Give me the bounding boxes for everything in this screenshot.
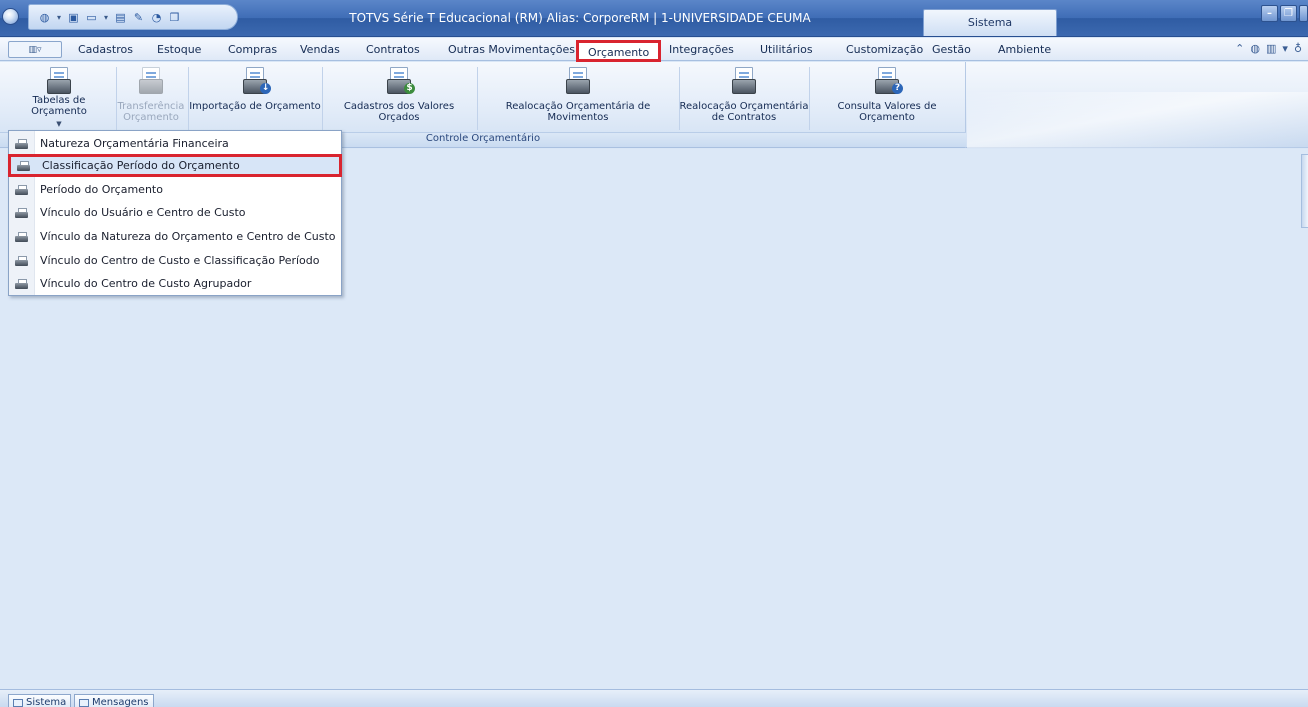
budget-transfer-icon: [136, 66, 166, 96]
menu-item-vinculo-centro-custo-agrupador[interactable]: Vínculo do Centro de Custo Agrupador: [9, 272, 341, 295]
menu-item-label: Período do Orçamento: [40, 183, 163, 196]
tab-vendas[interactable]: Vendas: [300, 43, 340, 56]
button-label: Realocação Orçamentária: [679, 101, 809, 112]
tabelas-de-orcamento-dropdown: Natureza Orçamentária Financeira Classif…: [8, 130, 342, 296]
tab-ambiente[interactable]: Ambiente: [998, 43, 1051, 56]
menu-item-natureza-orcamentaria[interactable]: Natureza Orçamentária Financeira: [9, 132, 341, 155]
tab-sistema[interactable]: Sistema: [923, 9, 1057, 36]
register-icon: [14, 184, 29, 195]
realocacao-orcamentaria-contratos-button[interactable]: Realocação Orçamentária de Contratos: [679, 66, 809, 130]
button-label: Importação de Orçamento: [189, 101, 321, 112]
window-title: TOTVS Série T Educacional (RM) Alias: Co…: [349, 11, 811, 25]
tab-integracoes[interactable]: Integrações: [669, 43, 734, 56]
cycle-icon[interactable]: ◔: [149, 10, 164, 24]
mensagens-status-button[interactable]: Mensagens: [74, 694, 154, 707]
register-icon: [14, 278, 29, 289]
budget-query-icon: ?: [872, 66, 903, 96]
cadastros-valores-orcados-button[interactable]: $ Cadastros dos Valores Orçados: [322, 66, 476, 130]
application-menu-button[interactable]: ▥▿: [8, 41, 62, 58]
budget-tables-icon: [44, 66, 74, 94]
button-label-line2: Orçamento: [123, 112, 179, 123]
chevron-down-icon[interactable]: ▾: [55, 10, 63, 24]
realocacao-orcamentaria-movimentos-button[interactable]: Realocação Orçamentária de Movimentos: [477, 66, 679, 130]
menu-item-label: Vínculo do Centro de Custo Agrupador: [40, 277, 252, 290]
screen-icon[interactable]: ▤: [113, 10, 128, 24]
movement-reallocation-icon: [563, 66, 593, 96]
restore-icon[interactable]: ❐: [1280, 5, 1297, 22]
menu-item-label: Vínculo do Usuário e Centro de Custo: [40, 206, 246, 219]
app-orb-icon[interactable]: [2, 8, 19, 25]
button-label: Tabelas de Orçamento: [31, 95, 87, 117]
button-label-line2: de Contratos: [711, 112, 777, 123]
menu-item-vinculo-natureza-centro-custo[interactable]: Vínculo da Natureza do Orçamento e Centr…: [9, 225, 341, 248]
register-icon: [16, 160, 31, 171]
collapse-ribbon-icon[interactable]: ⌃: [1235, 42, 1244, 55]
tab-cadastros[interactable]: Cadastros: [78, 43, 133, 56]
tab-customizacao[interactable]: Customização: [846, 43, 923, 56]
lightbulb-icon[interactable]: ♁: [1294, 42, 1302, 55]
importacao-de-orcamento-button[interactable]: ↓ Importação de Orçamento: [188, 66, 322, 130]
menu-item-label: Natureza Orçamentária Financeira: [40, 137, 229, 150]
ribbon-tab-bar: ▥▿ Cadastros Estoque Compras Vendas Cont…: [0, 38, 1308, 62]
sistema-status-button[interactable]: Sistema: [8, 694, 72, 707]
tab-compras[interactable]: Compras: [228, 43, 277, 56]
title-bar: ◍ ▾ ▣ ▭ ▾ ▤ ✎ ◔ ❐ TOTVS Série T Educaciona…: [0, 0, 1308, 37]
layout-icon[interactable]: ▥: [1266, 42, 1276, 55]
side-panel-handle[interactable]: [1301, 154, 1308, 228]
register-icon: [14, 138, 29, 149]
menu-item-classificacao-periodo[interactable]: Classificação Período do Orçamento: [8, 154, 342, 177]
tab-orcamento[interactable]: Orçamento: [576, 40, 662, 62]
button-label: Cadastros dos Valores Orçados: [343, 101, 455, 123]
tab-estoque[interactable]: Estoque: [157, 43, 201, 56]
menu-item-label: Classificação Período do Orçamento: [42, 159, 240, 172]
tab-contratos[interactable]: Contratos: [366, 43, 420, 56]
globe-icon[interactable]: ◍: [37, 10, 52, 24]
tab-gestao[interactable]: Gestão: [932, 43, 971, 56]
budgeted-values-icon: $: [384, 66, 415, 96]
menu-item-periodo-orcamento[interactable]: Período do Orçamento: [9, 178, 341, 201]
register-icon: [14, 231, 29, 242]
chevron-down-icon[interactable]: ▾: [1282, 42, 1288, 55]
menu-item-label: Vínculo da Natureza do Orçamento e Centr…: [40, 230, 336, 243]
status-button-label: Sistema: [26, 697, 67, 707]
window-icon[interactable]: ▭: [84, 10, 99, 24]
system-icon: [13, 698, 23, 707]
menu-item-vinculo-usuario-centro-custo[interactable]: Vínculo do Usuário e Centro de Custo: [9, 201, 341, 224]
ribbon-background-swoosh: [967, 92, 1308, 148]
button-label: Realocação Orçamentária de Movimentos: [505, 101, 651, 123]
menu-item-vinculo-centro-custo-classificacao[interactable]: Vínculo do Centro de Custo e Classificaç…: [9, 249, 341, 272]
menu-item-label: Vínculo do Centro de Custo e Classificaç…: [40, 254, 320, 267]
contract-reallocation-icon: [729, 66, 759, 96]
button-label: Consulta Valores de Orçamento: [837, 101, 937, 123]
tabelas-de-orcamento-button[interactable]: Tabelas de Orçamento ▼: [4, 66, 114, 130]
minimize-icon[interactable]: –: [1261, 5, 1278, 22]
window-controls: – ❐: [1261, 5, 1308, 22]
tab-utilitarios[interactable]: Utilitários: [760, 43, 813, 56]
tab-outras-movimentacoes[interactable]: Outras Movimentações: [448, 43, 575, 56]
budget-import-icon: ↓: [240, 66, 271, 96]
green-window-icon[interactable]: ▣: [66, 10, 81, 24]
register-icon: [14, 255, 29, 266]
globe-icon[interactable]: ◍: [1250, 42, 1260, 55]
quick-access-toolbar: ◍ ▾ ▣ ▭ ▾ ▤ ✎ ◔ ❐: [28, 4, 238, 30]
chevron-down-icon[interactable]: ▾: [102, 10, 110, 24]
status-bar: Sistema Mensagens: [0, 689, 1308, 707]
register-icon: [14, 207, 29, 218]
close-icon[interactable]: [1299, 5, 1308, 22]
copy-icon[interactable]: ❐: [167, 10, 182, 24]
tools-icon[interactable]: ✎: [131, 10, 146, 24]
messages-icon: [79, 698, 89, 707]
consulta-valores-orcamento-button[interactable]: ? Consulta Valores de Orçamento: [809, 66, 965, 130]
chevron-down-icon: ▼: [56, 120, 62, 128]
transferencia-orcamento-button[interactable]: Transferência Orçamento: [116, 66, 186, 130]
ribbon-right-tools: ⌃ ◍ ▥ ▾ ♁: [1235, 42, 1302, 55]
status-button-label: Mensagens: [92, 697, 149, 707]
button-label: Transferência: [117, 101, 185, 112]
